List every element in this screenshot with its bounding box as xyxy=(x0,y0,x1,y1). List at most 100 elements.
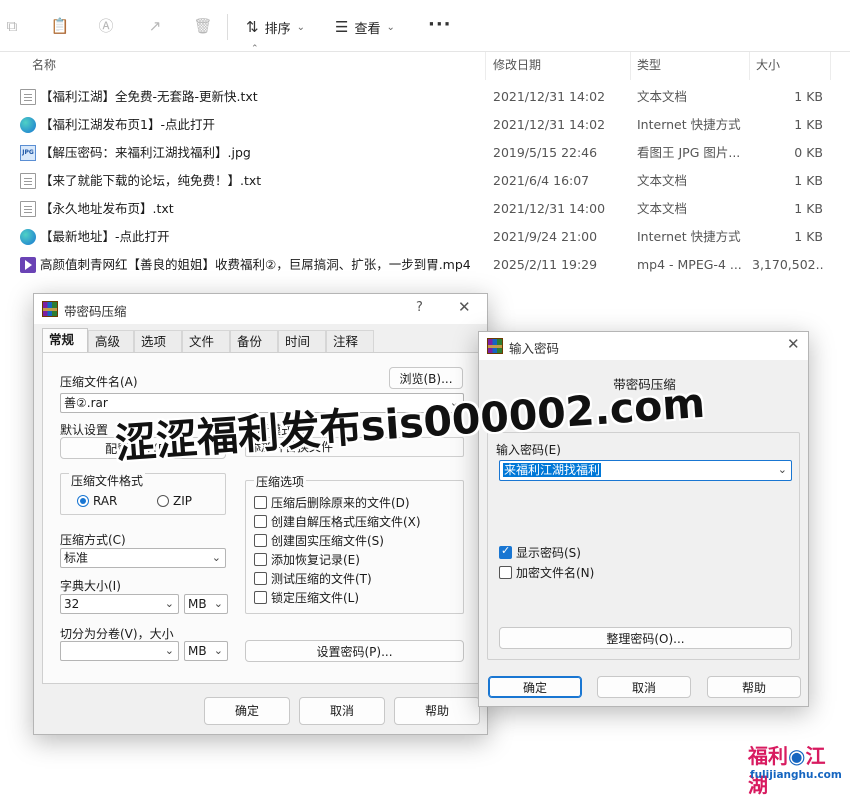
column-header-name[interactable]: 名称 xyxy=(26,52,486,80)
option-label: 压缩后删除原来的文件(D) xyxy=(271,495,410,510)
delete-after-checkbox[interactable]: 压缩后删除原来的文件(D) xyxy=(254,493,410,511)
tab-general[interactable]: 常规 xyxy=(42,328,88,352)
file-type: 看图王 JPG 图片... xyxy=(637,145,741,160)
encrypt-names-checkbox[interactable]: 加密文件名(N) xyxy=(499,563,594,581)
archive-name-combo[interactable]: 善②.rar ⌄ xyxy=(60,393,464,413)
file-row[interactable]: JPG 【解压密码：来福利江湖找福利】.jpg 2019/5/15 22:46 … xyxy=(0,139,850,167)
checkbox-checked-icon xyxy=(499,544,512,559)
checkbox-icon xyxy=(254,533,267,547)
file-row[interactable]: 【福利江湖发布页1】-点此打开 2021/12/31 14:02 Interne… xyxy=(0,111,850,139)
sort-label: 排序 xyxy=(264,21,291,37)
cancel-button[interactable]: 取消 xyxy=(597,676,691,698)
chevron-down-icon[interactable]: ⌄ xyxy=(212,549,221,567)
solid-checkbox[interactable]: 创建固实压缩文件(S) xyxy=(254,531,384,549)
tab-comment[interactable]: 注释 xyxy=(326,330,374,352)
file-row[interactable]: 【来了就能下载的论坛，纯免费！】.txt 2021/6/4 16:07 文本文档… xyxy=(0,167,850,195)
checkbox-icon xyxy=(254,514,267,528)
internet-shortcut-icon xyxy=(20,117,36,133)
jpg-file-icon: JPG xyxy=(20,145,36,161)
archive-dialog-titlebar[interactable]: 带密码压缩 ? ✕ xyxy=(34,294,487,324)
help-icon[interactable]: ? xyxy=(416,300,423,315)
file-name: 【永久地址发布页】.txt xyxy=(40,201,174,216)
chevron-down-icon[interactable]: ⌄ xyxy=(450,394,459,412)
encrypt-names-label: 加密文件名(N) xyxy=(516,565,595,580)
lock-archive-checkbox[interactable]: 锁定压缩文件(L) xyxy=(254,588,359,606)
delete-icon[interactable]: 🗑 xyxy=(193,16,213,36)
file-size: 0 KB xyxy=(794,145,823,160)
format-rar-radio[interactable]: RAR xyxy=(77,492,117,510)
file-row[interactable]: 高颜值刺青网红【善良的姐姐】收费福利②，巨屌搞洞、扩张，一步到胃.mp4 202… xyxy=(0,251,850,279)
file-name: 【最新地址】-点此打开 xyxy=(40,229,170,244)
logo-url: fulijianghu.com xyxy=(750,769,842,781)
rename-icon[interactable]: Ⓐ xyxy=(96,16,116,36)
sort-icon: ⇅ xyxy=(246,18,259,36)
site-logo: 福利◉江湖 fulijianghu.com xyxy=(748,740,844,797)
help-button[interactable]: 帮助 xyxy=(394,697,480,725)
password-dialog-subtitle: 带密码压缩 xyxy=(613,377,676,392)
option-label: 锁定压缩文件(L) xyxy=(271,590,360,605)
more-options-button[interactable]: ··· xyxy=(428,14,452,35)
file-name: 高颜值刺青网红【善良的姐姐】收费福利②，巨屌搞洞、扩张，一步到胃.mp4 xyxy=(40,257,471,272)
split-unit-combo[interactable]: MB ⌄ xyxy=(184,641,228,661)
test-files-checkbox[interactable]: 测试压缩的文件(T) xyxy=(254,569,372,587)
default-settings-label: 默认设置 xyxy=(60,423,109,437)
option-label: 创建固实压缩文件(S) xyxy=(271,533,384,548)
update-mode-combo[interactable]: 添加并替换文件 xyxy=(245,437,464,457)
sfx-checkbox[interactable]: 创建自解压格式压缩文件(X) xyxy=(254,512,421,530)
chevron-down-icon: ⌄ xyxy=(296,21,305,33)
password-dialog-titlebar[interactable]: 输入密码 ✕ xyxy=(479,332,808,360)
organize-passwords-button[interactable]: 整理密码(O)... xyxy=(499,627,792,649)
chevron-down-icon[interactable]: ⌄ xyxy=(165,642,174,660)
cancel-button[interactable]: 取消 xyxy=(299,697,385,725)
file-row[interactable]: 【福利江湖】全免费-无套路-更新快.txt 2021/12/31 14:02 文… xyxy=(0,83,850,111)
set-password-button[interactable]: 设置密码(P)... xyxy=(245,640,464,662)
column-header-size[interactable]: 大小 xyxy=(750,52,831,80)
tab-time[interactable]: 时间 xyxy=(278,330,326,352)
file-type: mp4 - MPEG-4 ... xyxy=(637,257,742,272)
format-zip-radio[interactable]: ZIP xyxy=(157,492,192,510)
file-date: 2019/5/15 22:46 xyxy=(493,145,598,160)
view-button[interactable]: ☰ 查看 ⌄ xyxy=(335,14,395,40)
chevron-down-icon[interactable]: ⌄ xyxy=(165,595,174,613)
winrar-icon xyxy=(487,338,503,354)
dict-unit-combo[interactable]: MB ⌄ xyxy=(184,594,228,614)
file-name: 【福利江湖发布页1】-点此打开 xyxy=(40,117,215,132)
tab-backup[interactable]: 备份 xyxy=(230,330,278,352)
column-header-type[interactable]: 类型 xyxy=(631,52,750,80)
password-input[interactable]: 来福利江湖找福利 ⌄ xyxy=(499,460,792,481)
close-icon[interactable]: ✕ xyxy=(458,298,471,316)
file-row[interactable]: 【永久地址发布页】.txt 2021/12/31 14:00 文本文档 1 KB xyxy=(0,195,850,223)
share-icon[interactable]: ↗ xyxy=(145,16,165,36)
chevron-down-icon[interactable]: ⌄ xyxy=(778,461,787,479)
recovery-record-checkbox[interactable]: 添加恢复记录(E) xyxy=(254,550,360,568)
method-combo[interactable]: 标准 ⌄ xyxy=(60,548,226,568)
checkbox-icon xyxy=(254,590,267,604)
chevron-down-icon[interactable]: ⌄ xyxy=(214,595,223,613)
file-date: 2021/12/31 14:02 xyxy=(493,89,606,104)
tab-files[interactable]: 文件 xyxy=(182,330,230,352)
file-size: 3,170,502... xyxy=(752,257,823,272)
ok-button[interactable]: 确定 xyxy=(488,676,582,698)
tab-advanced[interactable]: 高级 xyxy=(88,330,134,352)
sort-button[interactable]: ⇅ 排序 ⌄ xyxy=(246,14,305,40)
browse-button[interactable]: 浏览(B)... xyxy=(389,367,463,389)
help-button[interactable]: 帮助 xyxy=(707,676,801,698)
copy-icon[interactable]: ⧉ xyxy=(2,16,22,36)
options-group-label: 压缩选项 xyxy=(254,473,307,490)
format-group: 压缩文件格式 RAR ZIP xyxy=(60,472,226,515)
view-list-icon: ☰ xyxy=(335,18,349,36)
show-password-checkbox[interactable]: 显示密码(S) xyxy=(499,543,581,561)
ok-button[interactable]: 确定 xyxy=(204,697,290,725)
file-row[interactable]: 【最新地址】-点此打开 2021/9/24 21:00 Internet 快捷方… xyxy=(0,223,850,251)
show-password-label: 显示密码(S) xyxy=(516,545,581,560)
close-icon[interactable]: ✕ xyxy=(787,335,800,353)
split-size-combo[interactable]: ⌄ xyxy=(60,641,179,661)
option-label: 测试压缩的文件(T) xyxy=(271,571,372,586)
column-header-date[interactable]: 修改日期 xyxy=(487,52,631,80)
dict-label: 字典大小(I) xyxy=(60,579,121,593)
chevron-down-icon[interactable]: ⌄ xyxy=(214,642,223,660)
dict-size-combo[interactable]: 32 ⌄ xyxy=(60,594,179,614)
paste-icon[interactable]: 📋 xyxy=(50,16,70,36)
profiles-button[interactable]: 配置文件(F)... xyxy=(60,437,226,459)
tab-options[interactable]: 选项 xyxy=(134,330,182,352)
